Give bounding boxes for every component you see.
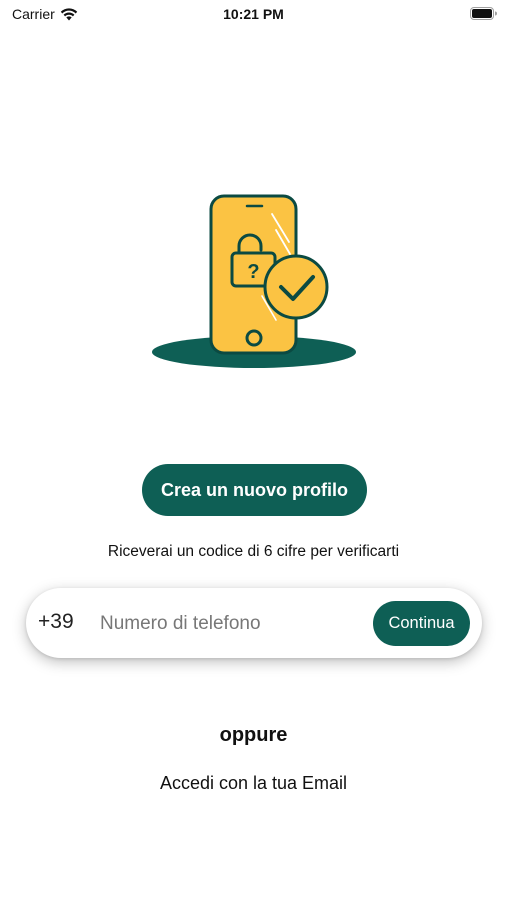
email-login-link[interactable]: Accedi con la tua Email <box>0 773 507 794</box>
phone-number-input[interactable] <box>98 604 312 644</box>
phone-verification-illustration: ? <box>152 194 356 368</box>
status-bar: Carrier 10:21 PM <box>0 0 507 30</box>
phone-input-container: +39 Continua <box>26 588 482 658</box>
battery-icon <box>470 7 497 20</box>
country-prefix[interactable]: +39 <box>38 610 74 634</box>
continue-button[interactable]: Continua <box>373 601 470 646</box>
verification-hint: Riceverai un codice di 6 cifre per verif… <box>107 543 400 560</box>
checkmark-badge-icon <box>263 254 329 320</box>
svg-text:?: ? <box>247 261 259 283</box>
create-profile-button[interactable]: Crea un nuovo profilo <box>142 464 367 516</box>
status-time: 10:21 PM <box>223 6 284 22</box>
or-divider: oppure <box>219 724 288 746</box>
